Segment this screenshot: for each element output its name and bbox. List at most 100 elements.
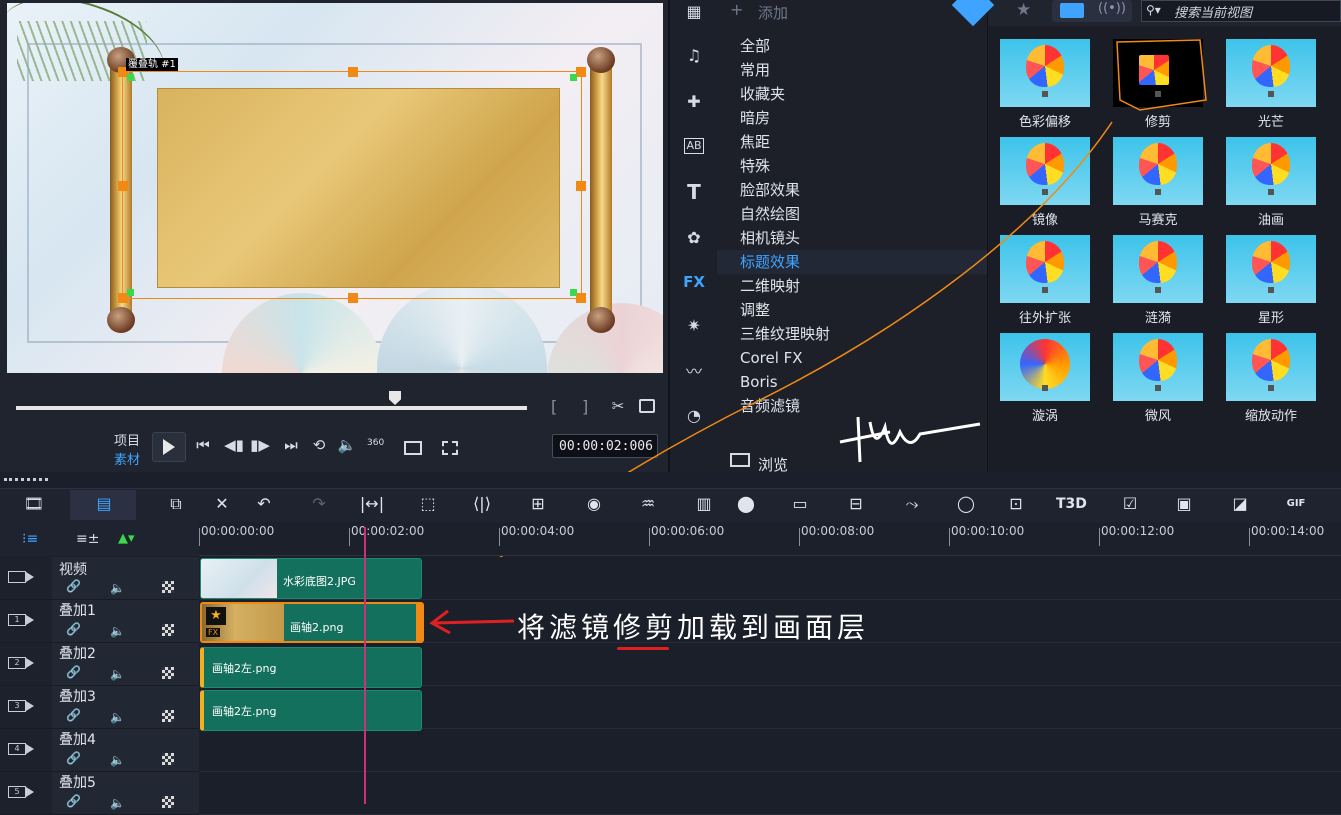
track-transparency-icon[interactable] — [162, 667, 174, 679]
playhead[interactable] — [364, 527, 366, 804]
ruler-tick-label: 00:00:14:00 — [1251, 524, 1325, 538]
subtitle-icon[interactable]: ▭ — [786, 491, 814, 517]
color-grading-icon[interactable]: ◪ — [1226, 491, 1254, 517]
link-icon[interactable]: 🔗 — [66, 794, 81, 808]
track-volume-icon[interactable]: 🔈 — [110, 753, 125, 767]
track-lane[interactable] — [199, 772, 1341, 815]
video-clip[interactable]: 水彩底图2.JPG — [200, 558, 422, 599]
track-camera-icon — [26, 658, 34, 668]
fx-badge: FX — [206, 628, 221, 637]
track-camera-icon — [26, 615, 34, 625]
track-type-icon: 5 — [8, 786, 26, 798]
blend-icon[interactable]: ⬤ — [732, 491, 760, 517]
paste-icon[interactable]: ⧉ — [162, 491, 190, 517]
gif-icon[interactable]: GIF — [1282, 491, 1310, 517]
track-header[interactable]: 5 叠加5 🔗 🔈 — [0, 772, 199, 815]
zoom-track-icon[interactable]: ▲▾ — [118, 531, 135, 546]
video-editor-icon[interactable]: ▣ — [1170, 491, 1198, 517]
ripple-icon[interactable]: ⬚ — [414, 491, 442, 517]
ruler-tick — [1249, 528, 1250, 546]
overlay2-clip[interactable]: 画轴2左.png — [200, 647, 422, 688]
track-name: 视频 — [59, 562, 87, 578]
ruler-tick — [1099, 528, 1100, 546]
link-icon[interactable]: 🔗 — [66, 708, 81, 722]
track-volume-icon[interactable]: 🔈 — [110, 710, 125, 724]
trim-icon[interactable]: ⊞ — [524, 491, 552, 517]
track-camera-icon — [26, 787, 34, 797]
star-badge-icon: ★ — [206, 607, 226, 625]
track-name: 叠加2 — [59, 646, 96, 662]
annotation-highlight: 修剪 — [613, 611, 678, 650]
annotation-highlight-text: 修剪 — [613, 611, 678, 644]
track-type-icon: 1 — [8, 614, 26, 626]
track-volume-icon[interactable]: 🔈 — [110, 796, 125, 810]
mask-icon[interactable]: ◯ — [952, 491, 980, 517]
track-type-icon: 2 — [8, 657, 26, 669]
track-transparency-icon[interactable] — [162, 624, 174, 636]
track-name: 叠加3 — [59, 689, 96, 705]
track-header[interactable]: 1 叠加1 🔗 🔈 — [0, 600, 199, 643]
track-transparency-icon[interactable] — [162, 753, 174, 765]
link-icon[interactable]: 🔗 — [66, 622, 81, 636]
track-header[interactable]: 2 叠加2 🔗 🔈 — [0, 643, 199, 686]
track-header[interactable]: 3 叠加3 🔗 🔈 — [0, 686, 199, 729]
split-screen-icon[interactable]: ⊟ — [842, 491, 870, 517]
pan-zoom-icon[interactable]: ⊡ — [1002, 491, 1030, 517]
track-transparency-icon[interactable] — [162, 710, 174, 722]
clip-label: 水彩底图2.JPG — [283, 575, 356, 588]
ruler-tick-label: 00:00:00:00 — [201, 524, 275, 538]
checkbox-icon[interactable]: ☑ — [1116, 491, 1144, 517]
timeline-view-icon[interactable]: ▤ — [90, 491, 118, 517]
ruler-tick — [799, 528, 800, 546]
link-icon[interactable]: 🔗 — [66, 665, 81, 679]
ruler-tick — [649, 528, 650, 546]
track-transparency-icon[interactable] — [162, 796, 174, 808]
annotation-after: 加载到画面层 — [677, 611, 870, 644]
redo-icon[interactable]: ↷ — [305, 491, 333, 517]
red-arrow-icon — [429, 609, 515, 635]
track-name: 叠加1 — [59, 603, 96, 619]
track-camera-icon — [26, 701, 34, 711]
ruler-tick-label: 00:00:06:00 — [651, 524, 725, 538]
motion-track-icon[interactable]: ⤳ — [898, 491, 926, 517]
trim-handle-right[interactable] — [416, 604, 422, 641]
audio-wave-icon[interactable]: ♒ — [634, 491, 662, 517]
record-icon[interactable]: ◉ — [580, 491, 608, 517]
track-volume-icon[interactable]: 🔈 — [110, 667, 125, 681]
multicam-icon[interactable]: ▥ — [690, 491, 718, 517]
clip-label: 画轴2左.png — [212, 662, 277, 675]
overlay3-clip[interactable]: 画轴2左.png — [200, 690, 422, 731]
splitter-grip[interactable] — [4, 478, 48, 481]
track-volume-icon[interactable]: 🔈 — [110, 581, 125, 595]
ruler-tick-label: 00:00:04:00 — [501, 524, 575, 538]
track-camera-icon — [26, 572, 34, 582]
fit-timeline-icon[interactable]: |↔| — [358, 491, 386, 517]
ruler-tick-label: 00:00:08:00 — [801, 524, 875, 538]
tools-icon[interactable]: ✕ — [208, 491, 236, 517]
link-icon[interactable]: 🔗 — [66, 751, 81, 765]
undo-icon[interactable]: ↶ — [250, 491, 278, 517]
track-name: 叠加4 — [59, 732, 96, 748]
track-volume-icon[interactable]: 🔈 — [110, 624, 125, 638]
clip-label: 画轴2左.png — [212, 705, 277, 718]
track-manager-icon[interactable]: ⁝≡ — [22, 531, 38, 547]
ruler-tick — [199, 528, 200, 546]
overlay1-clip-selected[interactable]: ★ FX 画轴2.png — [200, 602, 424, 643]
link-icon[interactable]: 🔗 — [66, 579, 81, 593]
track-camera-icon — [26, 744, 34, 754]
3d-title-icon[interactable]: T3D — [1056, 491, 1087, 517]
split-icon[interactable]: ⟨|⟩ — [468, 491, 496, 517]
splitter[interactable] — [0, 472, 1341, 488]
annotation-underline — [617, 647, 670, 650]
ruler-tick-label: 00:00:10:00 — [951, 524, 1025, 538]
track-lane[interactable] — [199, 729, 1341, 772]
clip-label: 画轴2.png — [290, 621, 344, 634]
annotation-before: 将滤镜 — [517, 611, 614, 644]
track-header[interactable]: 4 叠加4 🔗 🔈 — [0, 729, 199, 772]
track-transparency-icon[interactable] — [162, 581, 174, 593]
track-type-icon — [8, 571, 26, 583]
storyboard-view-icon[interactable]: 🎞 — [20, 491, 48, 517]
ruler-tick — [499, 528, 500, 546]
track-header[interactable]: 视频 🔗 🔈 — [0, 557, 199, 600]
add-track-icon[interactable]: ≡± — [76, 531, 99, 547]
